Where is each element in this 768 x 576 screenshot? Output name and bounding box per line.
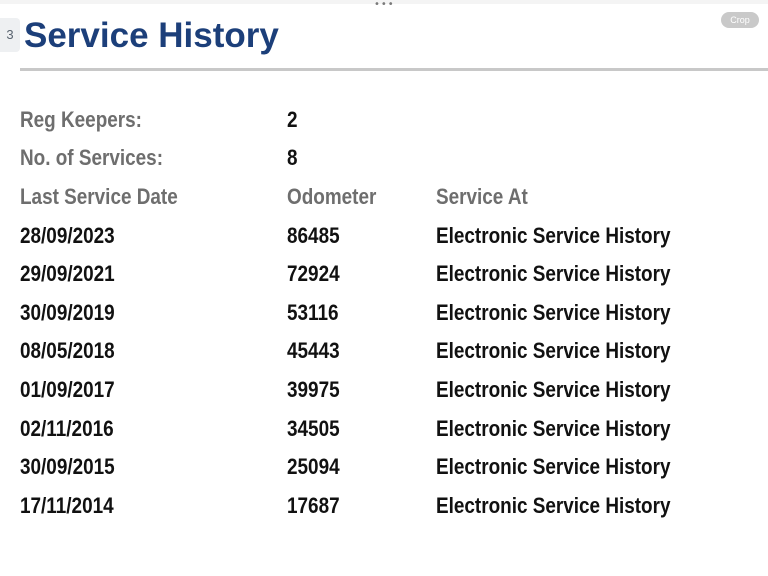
cell-date: 17/11/2014 (20, 493, 114, 518)
cell-service-at: Electronic Service History (436, 493, 671, 518)
table-row: 28/09/2023 86485 Electronic Service Hist… (0, 218, 768, 254)
cell-service-at: Electronic Service History (436, 377, 671, 402)
summary-row-services-count: No. of Services: 8 (0, 140, 768, 176)
cell-odometer: 86485 (287, 223, 340, 248)
table-row: 08/05/2018 45443 Electronic Service Hist… (0, 333, 768, 369)
cell-date: 29/09/2021 (20, 261, 115, 286)
cell-service-at: Electronic Service History (436, 261, 671, 286)
document-viewer: ••• 3 Crop Service History Reg Keepers: … (0, 0, 768, 576)
summary-row-reg-keepers: Reg Keepers: 2 (0, 102, 768, 138)
table-header: Last Service Date Odometer Service At (0, 179, 768, 215)
summary-value: 8 (287, 145, 298, 170)
column-header-last-service-date: Last Service Date (20, 184, 178, 209)
cell-odometer: 25094 (287, 454, 340, 479)
cell-odometer: 53116 (287, 300, 339, 325)
page-number-badge[interactable]: 3 (0, 18, 20, 52)
cell-service-at: Electronic Service History (436, 338, 671, 363)
table-row: 01/09/2017 39975 Electronic Service Hist… (0, 372, 768, 408)
title-divider (20, 68, 768, 71)
summary-label: No. of Services: (20, 145, 164, 170)
cell-service-at: Electronic Service History (436, 300, 671, 325)
cell-odometer: 45443 (287, 338, 340, 363)
table-row: 02/11/2016 34505 Electronic Service Hist… (0, 411, 768, 447)
cell-odometer: 17687 (287, 493, 340, 518)
cell-date: 30/09/2019 (20, 300, 115, 325)
cell-odometer: 39975 (287, 377, 340, 402)
slide-page: ••• 3 Crop Service History Reg Keepers: … (0, 0, 768, 576)
summary-value: 2 (287, 107, 298, 132)
cell-odometer: 34505 (287, 416, 340, 441)
table-row: 29/09/2021 72924 Electronic Service Hist… (0, 256, 768, 292)
cell-date: 01/09/2017 (20, 377, 115, 402)
cell-date: 08/05/2018 (20, 338, 115, 363)
table-row: 30/09/2015 25094 Electronic Service Hist… (0, 449, 768, 485)
cell-odometer: 72924 (287, 261, 340, 286)
page-title: Service History (24, 16, 279, 55)
cell-service-at: Electronic Service History (436, 454, 671, 479)
cell-service-at: Electronic Service History (436, 223, 671, 248)
cell-date: 28/09/2023 (20, 223, 115, 248)
table-row: 30/09/2019 53116 Electronic Service Hist… (0, 295, 768, 331)
summary-label: Reg Keepers: (20, 107, 142, 132)
crop-button[interactable]: Crop (721, 12, 759, 28)
column-header-service-at: Service At (436, 184, 528, 209)
table-row: 17/11/2014 17687 Electronic Service Hist… (0, 488, 768, 524)
column-header-odometer: Odometer (287, 184, 377, 209)
cell-date: 02/11/2016 (20, 416, 114, 441)
cell-date: 30/09/2015 (20, 454, 115, 479)
cell-service-at: Electronic Service History (436, 416, 671, 441)
more-options-icon[interactable]: ••• (374, 0, 394, 10)
